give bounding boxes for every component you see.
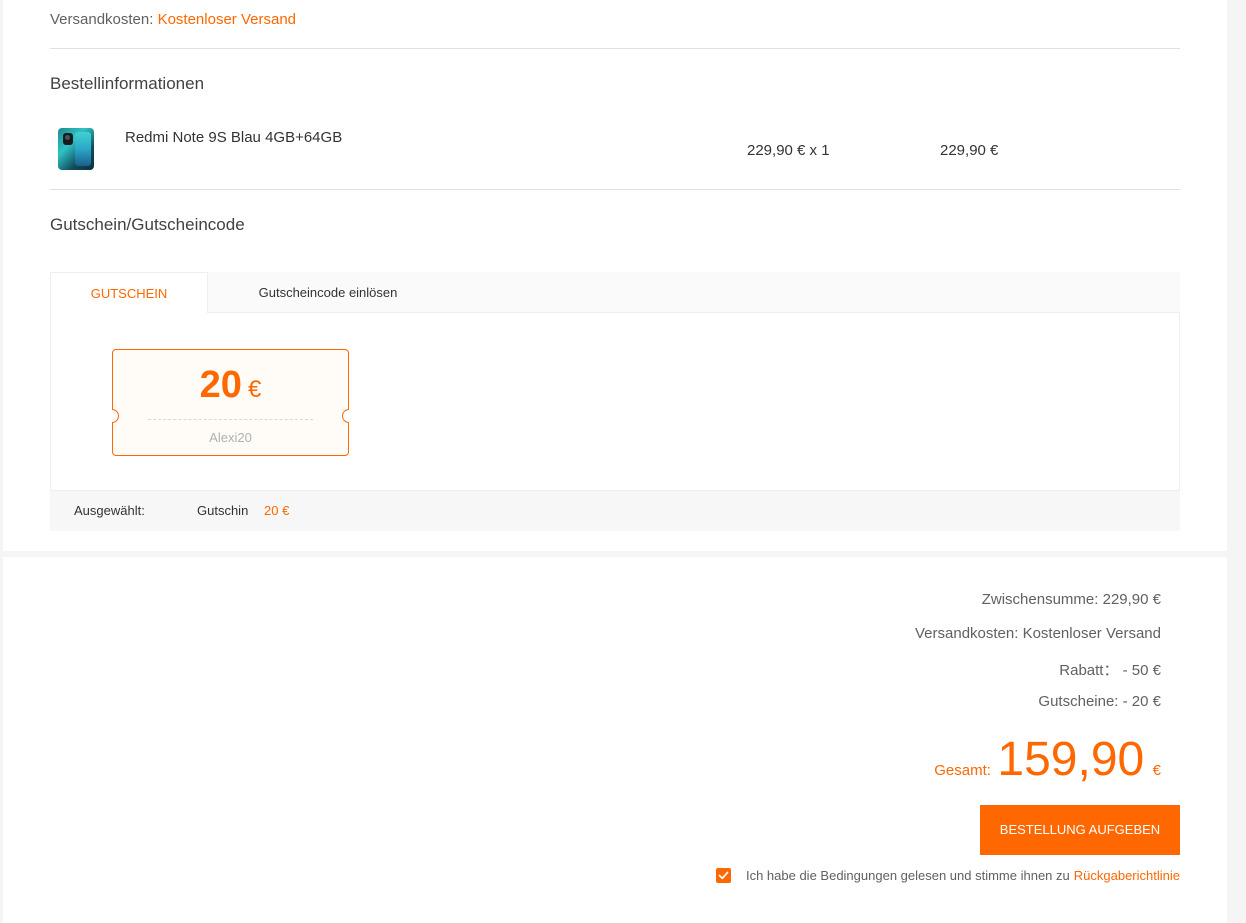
order-summary-card: Zwischensumme: 229,90 € Versandkosten: K… [3, 557, 1227, 923]
ticket-dashed-divider [148, 419, 313, 420]
place-order-button[interactable]: BESTELLUNG AUFGEBEN [980, 805, 1180, 855]
tab-gutscheincode-einloesen[interactable]: Gutscheincode einlösen [208, 272, 448, 313]
tab-gutschein[interactable]: GUTSCHEIN [50, 272, 208, 314]
terms-text: Ich habe die Bedingungen gelesen und sti… [745, 868, 1070, 883]
terms-checkbox[interactable] [715, 868, 731, 883]
discount-line: Rabatt： - 50 € [1059, 662, 1161, 679]
product-total-price: 229,90 € [940, 142, 999, 159]
total-value: 159,90 [997, 733, 1145, 786]
camera-module [63, 133, 73, 145]
return-policy-link[interactable]: Rückgaberichtlinie [1074, 868, 1180, 883]
coupon-panel: 20 € Alexi20 [50, 313, 1180, 491]
subtotal-line: Zwischensumme: 229,90 € [981, 591, 1161, 608]
vouchers-line: Gutscheine: - 20 € [1038, 693, 1161, 710]
coupon-ticket[interactable]: 20 € Alexi20 [112, 349, 349, 456]
product-unit-price-qty: 229,90 € x 1 [747, 142, 830, 159]
checkmark-icon [718, 871, 729, 880]
total-label: Gesamt: [934, 762, 991, 779]
phone-screen [75, 132, 91, 166]
coupon-amount-value: 20 [199, 364, 242, 406]
shipping-label: Versandkosten: [50, 11, 154, 28]
coupon-box: GUTSCHEIN Gutscheincode einlösen 20 € Ale… [50, 272, 1180, 531]
coupon-amount-currency: € [247, 376, 262, 403]
phone-product-thumbnail [58, 128, 94, 170]
total-currency: € [1152, 762, 1161, 779]
grand-total: Gesamt: 159,90 € [934, 732, 1161, 787]
selected-value: 20 € [264, 503, 290, 518]
order-info-title: Bestellinformationen [50, 74, 205, 93]
shipping-cost-line: Versandkosten: Kostenloser Versand [50, 11, 296, 28]
order-details-card: Versandkosten: Kostenloser Versand Beste… [3, 0, 1227, 551]
coupon-tabs: GUTSCHEIN Gutscheincode einlösen [50, 272, 1180, 314]
selected-label: Ausgewählt: [74, 503, 145, 518]
divider [50, 189, 1180, 190]
ticket-notch-right [342, 409, 349, 423]
divider [50, 48, 1180, 49]
coupon-code: Alexi20 [209, 430, 252, 445]
ticket-notch-left [112, 409, 119, 423]
summary-shipping-line: Versandkosten: Kostenloser Versand [915, 625, 1161, 642]
product-name: Redmi Note 9S Blau 4GB+64GB [125, 129, 343, 146]
coupon-section-title: Gutschein/Gutscheincode [50, 215, 245, 234]
coupon-amount: 20 € [113, 364, 348, 407]
terms-agreement: Ich habe die Bedingungen gelesen und sti… [715, 868, 1180, 883]
selected-type: Gutschin [197, 503, 249, 518]
shipping-value: Kostenloser Versand [157, 11, 296, 28]
selected-coupon-bar: Ausgewählt: Gutschin 20 € [50, 491, 1180, 531]
